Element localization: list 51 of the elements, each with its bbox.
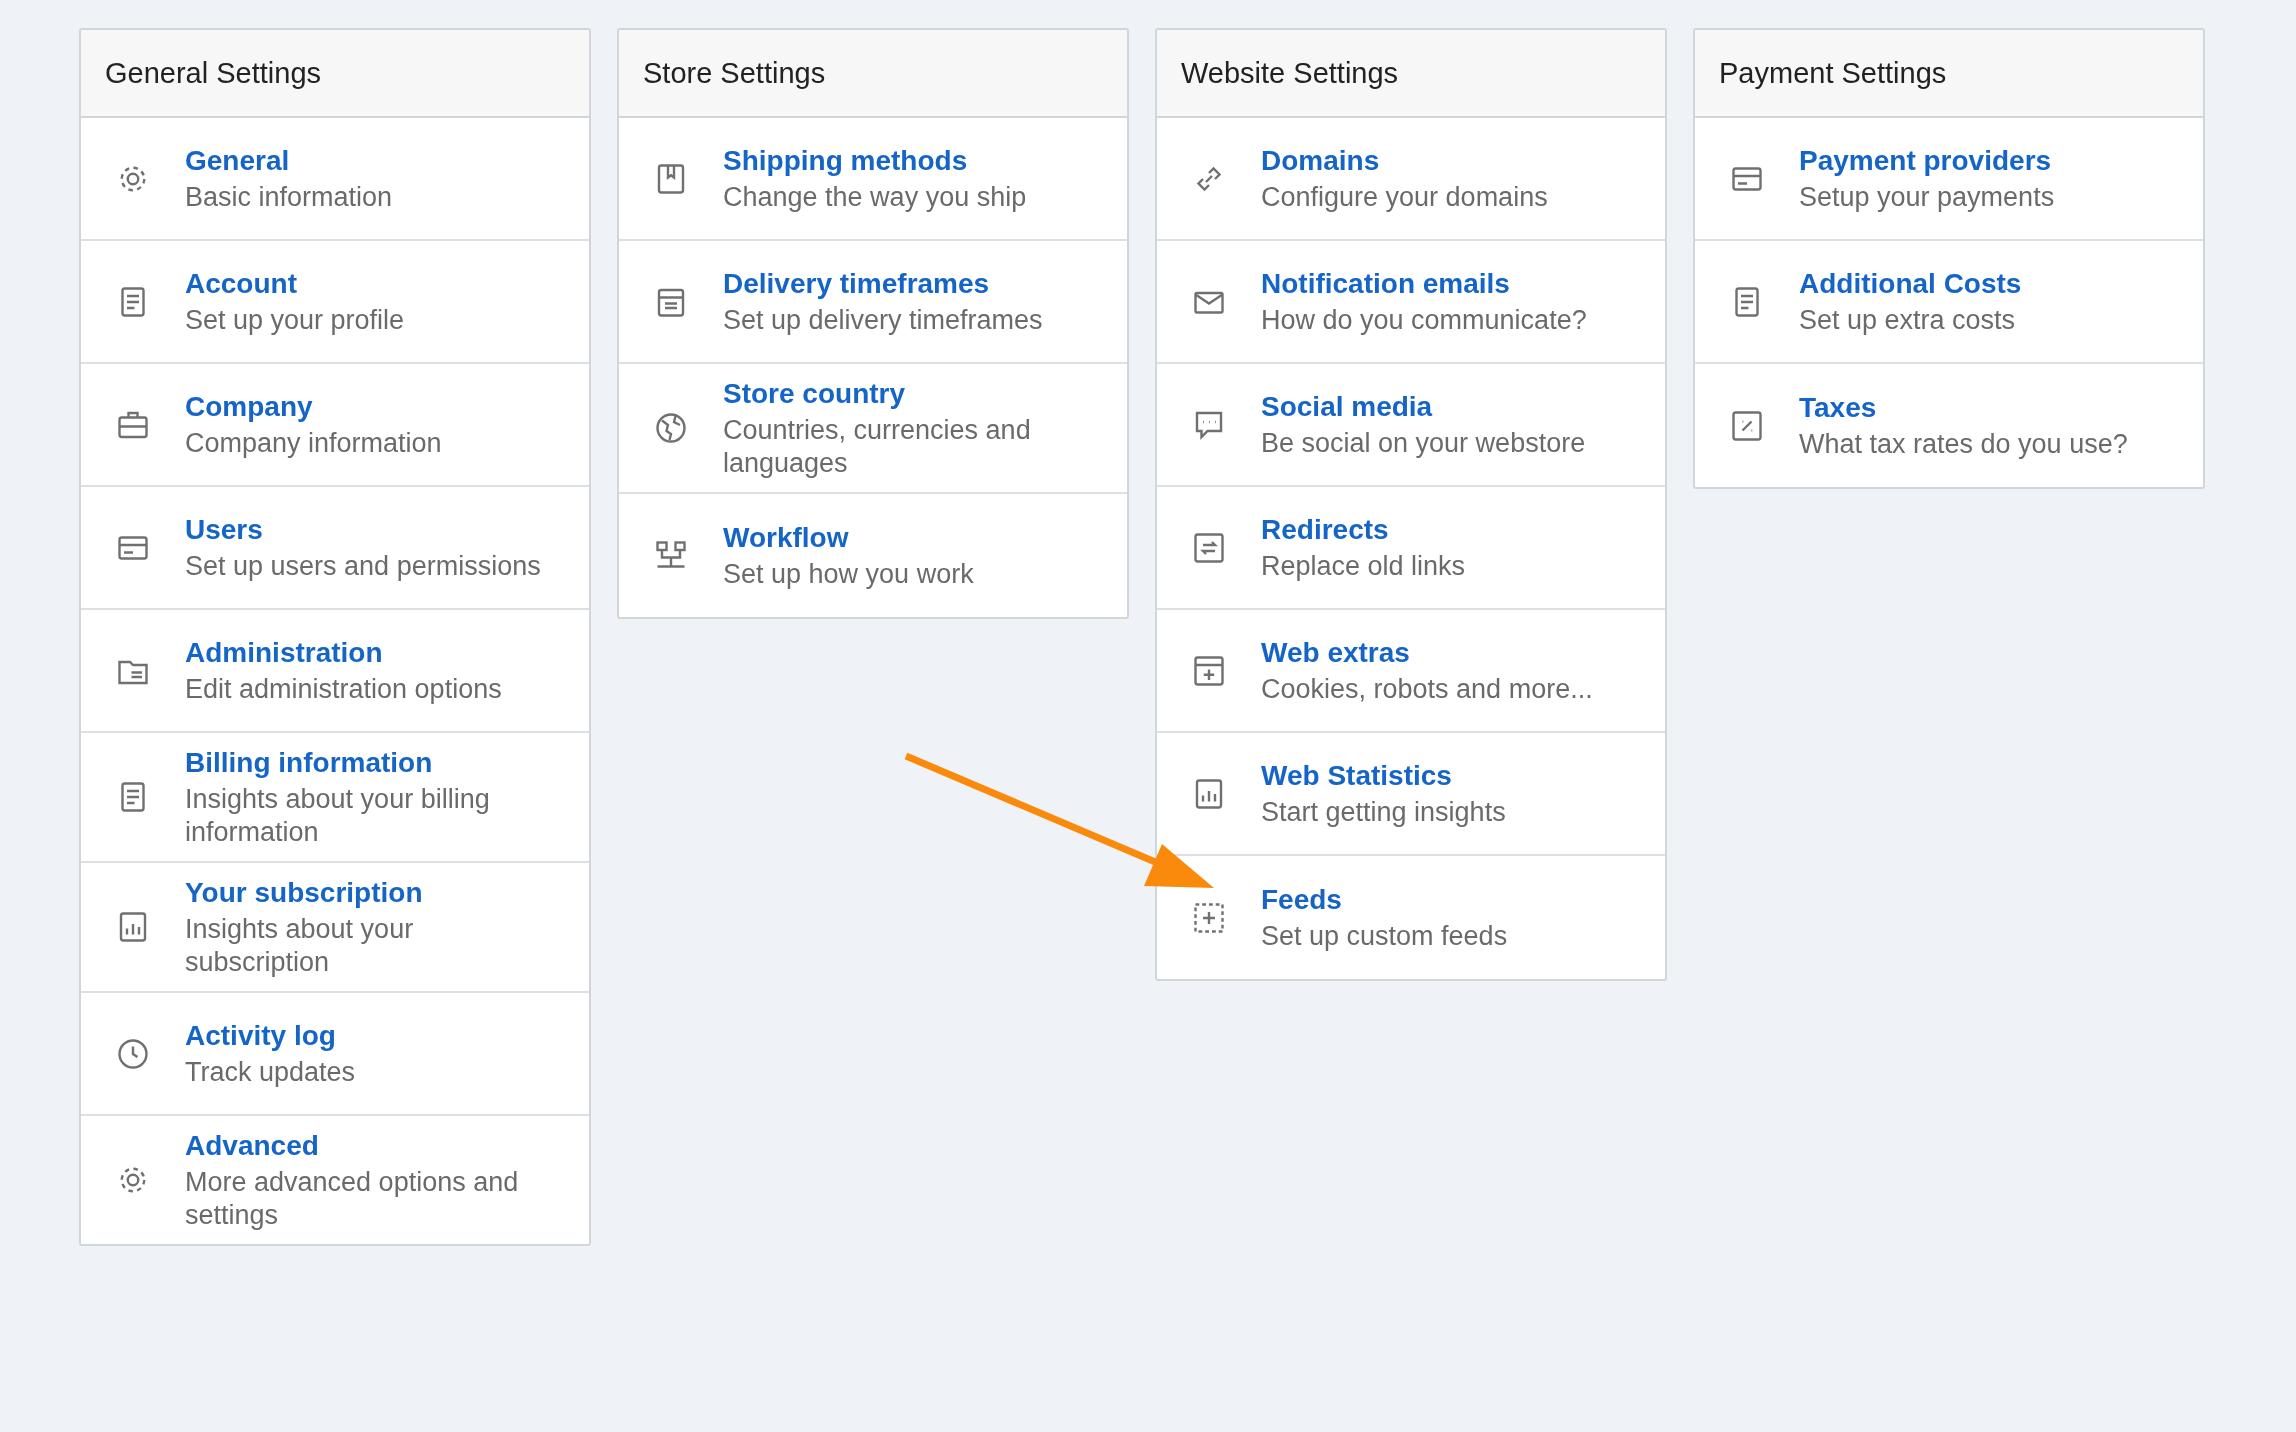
item-description: Start getting insights bbox=[1261, 796, 1506, 829]
settings-link[interactable]: Taxes bbox=[1799, 390, 1877, 426]
item-description: Set up your profile bbox=[185, 304, 405, 337]
item-description: Set up delivery timeframes bbox=[723, 304, 1043, 337]
item-description: Track updates bbox=[185, 1056, 356, 1089]
globe-icon bbox=[653, 410, 689, 446]
settings-link[interactable]: Additional Costs bbox=[1799, 266, 2022, 302]
item-description: Edit administration options bbox=[185, 673, 502, 706]
item-description: Cookies, robots and more... bbox=[1261, 673, 1593, 706]
settings-link[interactable]: Billing information bbox=[185, 745, 433, 781]
settings-link[interactable]: General bbox=[185, 143, 290, 179]
settings-link[interactable]: Advanced bbox=[185, 1128, 319, 1164]
settings-link[interactable]: Feeds bbox=[1261, 882, 1342, 918]
card-title: Website Settings bbox=[1157, 30, 1665, 118]
item-description: Basic information bbox=[185, 181, 393, 214]
settings-link[interactable]: Store country bbox=[723, 376, 906, 412]
settings-link[interactable]: Notification emails bbox=[1261, 266, 1510, 302]
item-description: How do you communicate? bbox=[1261, 304, 1587, 337]
item-description: Replace old links bbox=[1261, 550, 1466, 583]
item-description: Configure your domains bbox=[1261, 181, 1548, 214]
settings-link[interactable]: Delivery timeframes bbox=[723, 266, 990, 302]
settings-link[interactable]: Users bbox=[185, 512, 263, 548]
item-description: Company information bbox=[185, 427, 442, 460]
settings-link[interactable]: Domains bbox=[1261, 143, 1380, 179]
item-description: Set up extra costs bbox=[1799, 304, 2016, 337]
item-description: Insights about your billing information bbox=[185, 783, 491, 849]
card-title: General Settings bbox=[81, 30, 589, 118]
settings-link[interactable]: Web Statistics bbox=[1261, 758, 1452, 794]
card-title: Payment Settings bbox=[1695, 30, 2203, 118]
item-description: Set up how you work bbox=[723, 558, 974, 591]
settings-link[interactable]: Redirects bbox=[1261, 512, 1389, 548]
settings-link[interactable]: Social media bbox=[1261, 389, 1433, 425]
settings-link[interactable]: Company bbox=[185, 389, 313, 425]
item-description: Insights about your subscription bbox=[185, 913, 415, 979]
settings-link[interactable]: Web extras bbox=[1261, 635, 1410, 671]
settings-link[interactable]: Administration bbox=[185, 635, 383, 671]
settings-link[interactable]: Your subscription bbox=[185, 875, 423, 911]
card-title: Store Settings bbox=[619, 30, 1127, 118]
item-description: Be social on your webstore bbox=[1261, 427, 1586, 460]
settings-link[interactable]: Payment providers bbox=[1799, 143, 2052, 179]
item-description: Change the way you ship bbox=[723, 181, 1027, 214]
item-description: Setup your payments bbox=[1799, 181, 2055, 214]
item-description: Set up custom feeds bbox=[1261, 920, 1508, 953]
settings-link[interactable]: Account bbox=[185, 266, 297, 302]
item-description: More advanced options and settings bbox=[185, 1166, 520, 1232]
item-description: Countries, currencies and languages bbox=[723, 414, 1032, 480]
settings-link[interactable]: Activity log bbox=[185, 1018, 336, 1054]
settings-link[interactable]: Shipping methods bbox=[723, 143, 968, 179]
item-description: Set up users and permissions bbox=[185, 550, 541, 583]
item-description: What tax rates do you use? bbox=[1799, 428, 2128, 461]
settings-link[interactable]: Workflow bbox=[723, 520, 849, 556]
